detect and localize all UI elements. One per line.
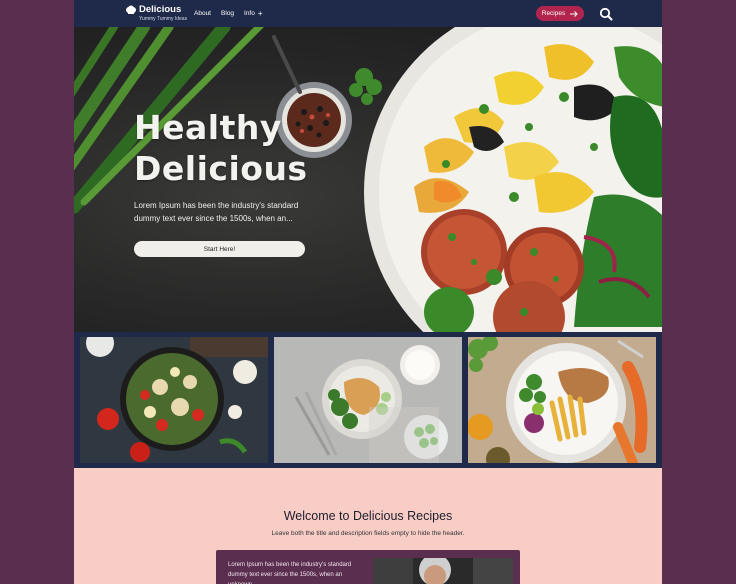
welcome-subtitle: Leave both the title and description fie… [271,530,465,537]
plus-icon: + [257,8,263,18]
salad-photo [80,337,268,463]
chef-portrait-image [373,558,513,584]
welcome-title: Welcome to Delicious Recipes [283,509,453,523]
featured-images [74,332,662,468]
nav-label-blog: Blog [221,10,235,17]
start-here-button[interactable]: Start Here! [134,241,305,257]
intro-card-text: Lorem Ipsum has been the industry's stan… [228,562,352,584]
hero-title-line1: Healthy [134,108,282,147]
featured-image-plate[interactable] [274,337,462,463]
intro-card: Lorem Ipsum has been the industry's stan… [216,550,520,584]
hero-title: Healthy Delicious [134,107,308,189]
nav-item-info[interactable]: Info + [244,9,263,18]
hero-title-line2: Delicious [134,149,308,188]
featured-image-salad[interactable] [80,337,268,463]
site-logo[interactable]: Delicious Yummy Tummy Ideas [125,5,187,22]
nav-label-info: Info [244,10,255,17]
hero-description: Lorem Ipsum has been the industry's stan… [134,201,299,223]
chicken-photo [468,337,656,463]
recipes-button-label: Recipes [541,10,566,17]
nav-item-about[interactable]: About [194,9,211,18]
hero-banner: Healthy Delicious Lorem Ipsum has been t… [74,27,662,332]
arrow-right-icon [570,10,578,17]
search-icon[interactable] [599,7,613,21]
chef-photo [373,558,513,584]
featured-image-chicken[interactable] [468,337,656,463]
nav-label-about: About [194,10,211,17]
plate-photo [274,337,462,463]
page: Delicious Yummy Tummy Ideas About Blog I… [74,0,662,584]
logo-tagline: Yummy Tummy Ideas [139,16,188,22]
welcome-section: Welcome to Delicious Recipes Leave both … [74,468,662,584]
main-nav: About Blog Info + [194,9,263,18]
chef-hat-icon [126,5,136,15]
logo-title: Delicious [139,4,182,15]
recipes-button[interactable]: Recipes [536,6,584,21]
site-header: Delicious Yummy Tummy Ideas About Blog I… [74,0,662,27]
start-here-label: Start Here! [203,245,236,253]
nav-item-blog[interactable]: Blog [221,9,234,18]
